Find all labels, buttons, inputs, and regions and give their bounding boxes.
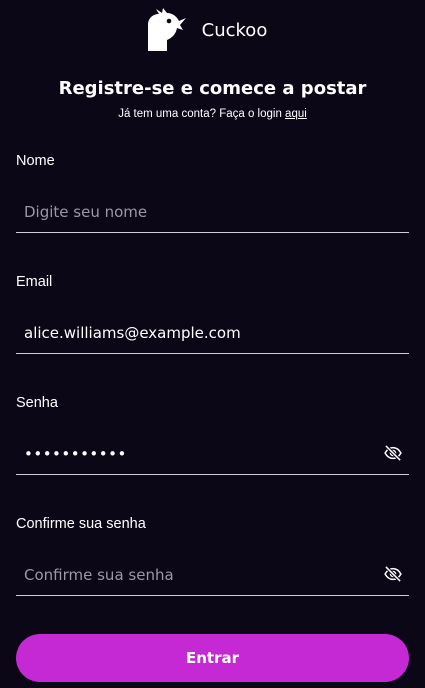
login-prompt-text: Já tem uma conta? Faça o login xyxy=(118,108,286,120)
name-input-row xyxy=(16,191,409,233)
email-input-row xyxy=(16,312,409,354)
confirm-password-field: Confirme sua senha xyxy=(16,516,409,596)
name-input[interactable] xyxy=(16,191,409,232)
cuckoo-bird-logo-icon xyxy=(147,8,186,51)
email-label: Email xyxy=(16,274,53,290)
confirm-password-input[interactable] xyxy=(16,554,409,595)
password-input[interactable] xyxy=(16,433,409,474)
brand-name: Cuckoo xyxy=(201,19,268,41)
email-input[interactable] xyxy=(16,312,409,353)
brand-header: Cuckoo xyxy=(0,8,425,52)
eye-off-icon[interactable] xyxy=(383,564,403,584)
name-label: Nome xyxy=(16,153,55,169)
login-link[interactable]: aqui xyxy=(285,108,307,120)
register-page: Cuckoo Registre-se e comece a postar Já … xyxy=(0,0,425,688)
confirm-password-input-row xyxy=(16,554,409,596)
eye-off-icon[interactable] xyxy=(383,443,403,463)
password-input-row xyxy=(16,433,409,475)
confirm-password-label: Confirme sua senha xyxy=(16,516,146,532)
submit-button[interactable]: Entrar xyxy=(16,634,409,682)
password-label: Senha xyxy=(16,395,58,411)
email-field: Email xyxy=(16,274,409,354)
page-title: Registre-se e comece a postar xyxy=(58,78,367,99)
name-field: Nome xyxy=(16,153,409,233)
password-field: Senha xyxy=(16,395,409,475)
login-prompt: Já tem uma conta? Faça o login aqui xyxy=(0,108,425,120)
